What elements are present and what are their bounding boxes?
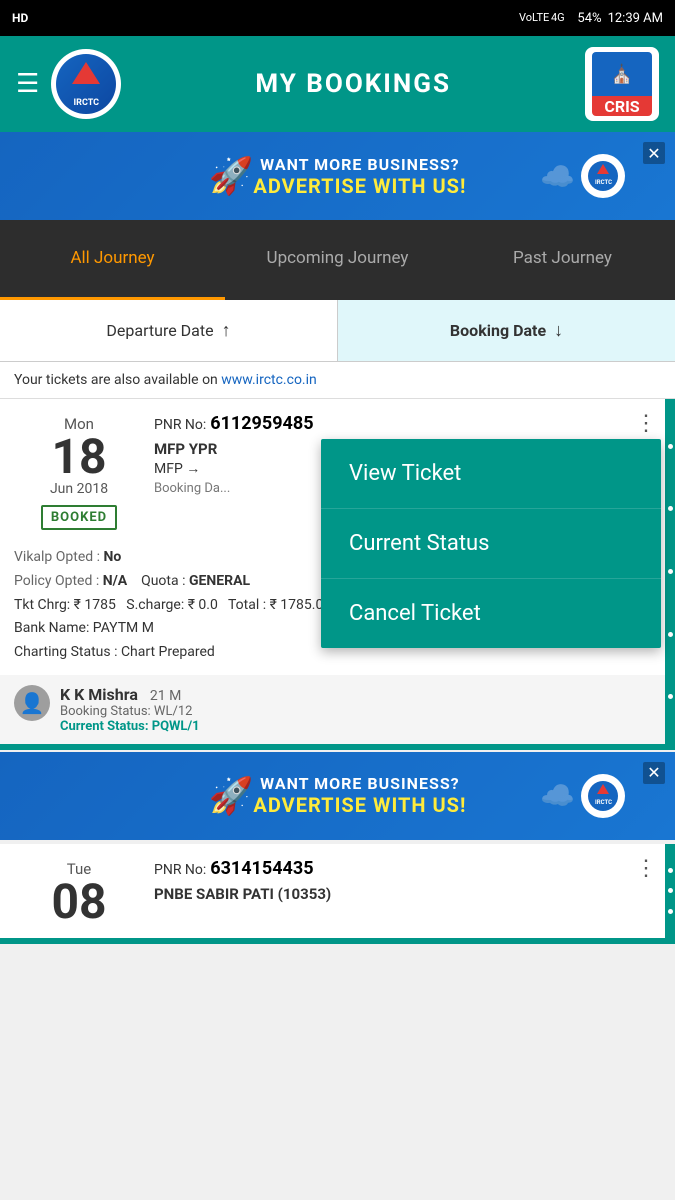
booking-sort-label: Booking Date <box>450 321 546 340</box>
booking-status: Booking Status: WL/12 <box>60 704 661 719</box>
cloud-icon-2: ☁️ <box>540 779 575 812</box>
pnr-number: 6112959485 <box>210 413 313 434</box>
booked-badge: BOOKED <box>41 505 117 530</box>
vikalp-label: Vikalp Opted : <box>14 549 100 565</box>
app-header: ☰ IRCTC MY BOOKINGS ⛪ CRIS <box>0 36 675 132</box>
rocket-icon: 🚀 <box>209 155 254 197</box>
network-indicator: VoLTE 4G <box>519 7 571 29</box>
policy-label: Policy Opted : <box>14 573 99 589</box>
cris-logo[interactable]: ⛪ CRIS <box>585 47 659 121</box>
dot-indicator <box>665 399 675 744</box>
dot-3 <box>668 569 673 574</box>
banner-subtitle-2: ADVERTISE WITH US! <box>253 793 466 817</box>
cancel-ticket-option[interactable]: Cancel Ticket <box>321 579 661 648</box>
banner-irctc-logo: IRCTC <box>581 154 625 198</box>
departure-sort-arrow-up: ↑ <box>222 320 231 341</box>
banner-close-button-2[interactable]: ✕ <box>643 762 665 784</box>
tab-all-journey[interactable]: All Journey <box>0 220 225 300</box>
quota-label: Quota : <box>141 573 185 589</box>
policy-value: N/A <box>103 573 127 589</box>
cloud-icon: ☁️ <box>540 160 575 193</box>
pnr-label: PNR No: <box>154 417 206 433</box>
dot-2-2 <box>668 888 673 893</box>
banner-irctc-logo-2: IRCTC <box>581 774 625 818</box>
battery-indicator: 54% <box>577 11 601 26</box>
departure-sort-label: Departure Date <box>106 321 213 340</box>
banner-subtitle: ADVERTISE WITH US! <box>253 174 466 198</box>
svg-text:VoLTE: VoLTE <box>519 11 549 24</box>
info-text: Your tickets are also available on <box>14 372 221 388</box>
advertisement-banner: 🚀 WANT MORE BUSINESS? ADVERTISE WITH US!… <box>0 132 675 220</box>
info-bar: Your tickets are also available on www.i… <box>0 362 675 399</box>
dot-5 <box>668 694 673 699</box>
banner-title-2: WANT MORE BUSINESS? <box>260 774 459 793</box>
status-bar: HD VoLTE 4G 54% 12:39 AM <box>0 0 675 36</box>
time-display: 12:39 AM <box>608 11 663 26</box>
tab-upcoming-journey[interactable]: Upcoming Journey <box>225 220 450 300</box>
dot-2-1 <box>668 868 673 873</box>
page-title: MY BOOKINGS <box>121 69 585 99</box>
current-status: Current Status: PQWL/1 <box>60 719 661 734</box>
ticket-date-number: 18 <box>51 433 106 481</box>
ticket-2-pnr-number: 6314154435 <box>210 858 313 879</box>
hd-indicator: HD <box>12 11 28 25</box>
quota-value: GENERAL <box>189 573 250 589</box>
banner-title: WANT MORE BUSINESS? <box>260 155 459 174</box>
ticket-month: Jun 2018 <box>50 481 108 497</box>
passenger-info: K K Mishra 21 M Booking Status: WL/12 Cu… <box>60 685 661 734</box>
passenger-age: 21 M <box>150 688 181 704</box>
vikalp-value: No <box>104 549 122 565</box>
advertisement-banner-2: 🚀 WANT MORE BUSINESS? ADVERTISE WITH US!… <box>0 752 675 840</box>
ticket-card-2: Tue 08 PNR No: 6314154435 ⋮ PNBE SABIR P… <box>0 844 675 944</box>
sort-booking-button[interactable]: Booking Date ↓ <box>338 300 675 361</box>
ticket-2-date-number: 08 <box>51 878 106 926</box>
sort-bar: Departure Date ↑ Booking Date ↓ <box>0 300 675 362</box>
passenger-avatar: 👤 <box>14 685 50 721</box>
svg-text:4G: 4G <box>551 11 565 24</box>
sort-departure-button[interactable]: Departure Date ↑ <box>0 300 337 361</box>
more-options-icon[interactable]: ⋮ <box>631 411 661 436</box>
tab-past-journey[interactable]: Past Journey <box>450 220 675 300</box>
ticket-2-route: PNBE SABIR PATI (10353) <box>154 885 661 903</box>
rocket-icon-2: 🚀 <box>209 775 254 817</box>
menu-icon[interactable]: ☰ <box>16 69 39 99</box>
journey-tabs: All Journey Upcoming Journey Past Journe… <box>0 220 675 300</box>
irctc-link[interactable]: www.irctc.co.in <box>221 372 317 388</box>
irctc-logo: IRCTC <box>51 49 121 119</box>
ticket-options-dropdown: View Ticket Current Status Cancel Ticket <box>321 439 661 648</box>
dot-indicator-2 <box>665 844 675 938</box>
dot-1 <box>668 444 673 449</box>
passenger-row: 👤 K K Mishra 21 M Booking Status: WL/12 … <box>0 675 675 744</box>
svg-text:IRCTC: IRCTC <box>595 799 612 806</box>
svg-text:IRCTC: IRCTC <box>595 179 612 186</box>
ticket-date-col: Mon 18 Jun 2018 BOOKED <box>14 411 144 530</box>
banner-close-button[interactable]: ✕ <box>643 142 665 164</box>
dot-2-3 <box>668 909 673 914</box>
ticket-2-info-col: PNR No: 6314154435 ⋮ PNBE SABIR PATI (10… <box>144 856 661 926</box>
ticket-2-pnr-label: PNR No: <box>154 862 206 878</box>
booking-sort-arrow-down: ↓ <box>554 320 563 341</box>
ticket-2-date-col: Tue 08 <box>14 856 144 926</box>
ticket-2-more-options-icon[interactable]: ⋮ <box>631 856 661 881</box>
view-ticket-option[interactable]: View Ticket <box>321 439 661 509</box>
dot-2 <box>668 506 673 511</box>
irctc-text: IRCTC <box>74 98 100 108</box>
current-status-option[interactable]: Current Status <box>321 509 661 579</box>
dot-4 <box>668 632 673 637</box>
passenger-name: K K Mishra <box>60 685 138 704</box>
cris-label: CRIS <box>604 97 639 116</box>
ticket-card-1: Mon 18 Jun 2018 BOOKED PNR No: 611295948… <box>0 399 675 750</box>
